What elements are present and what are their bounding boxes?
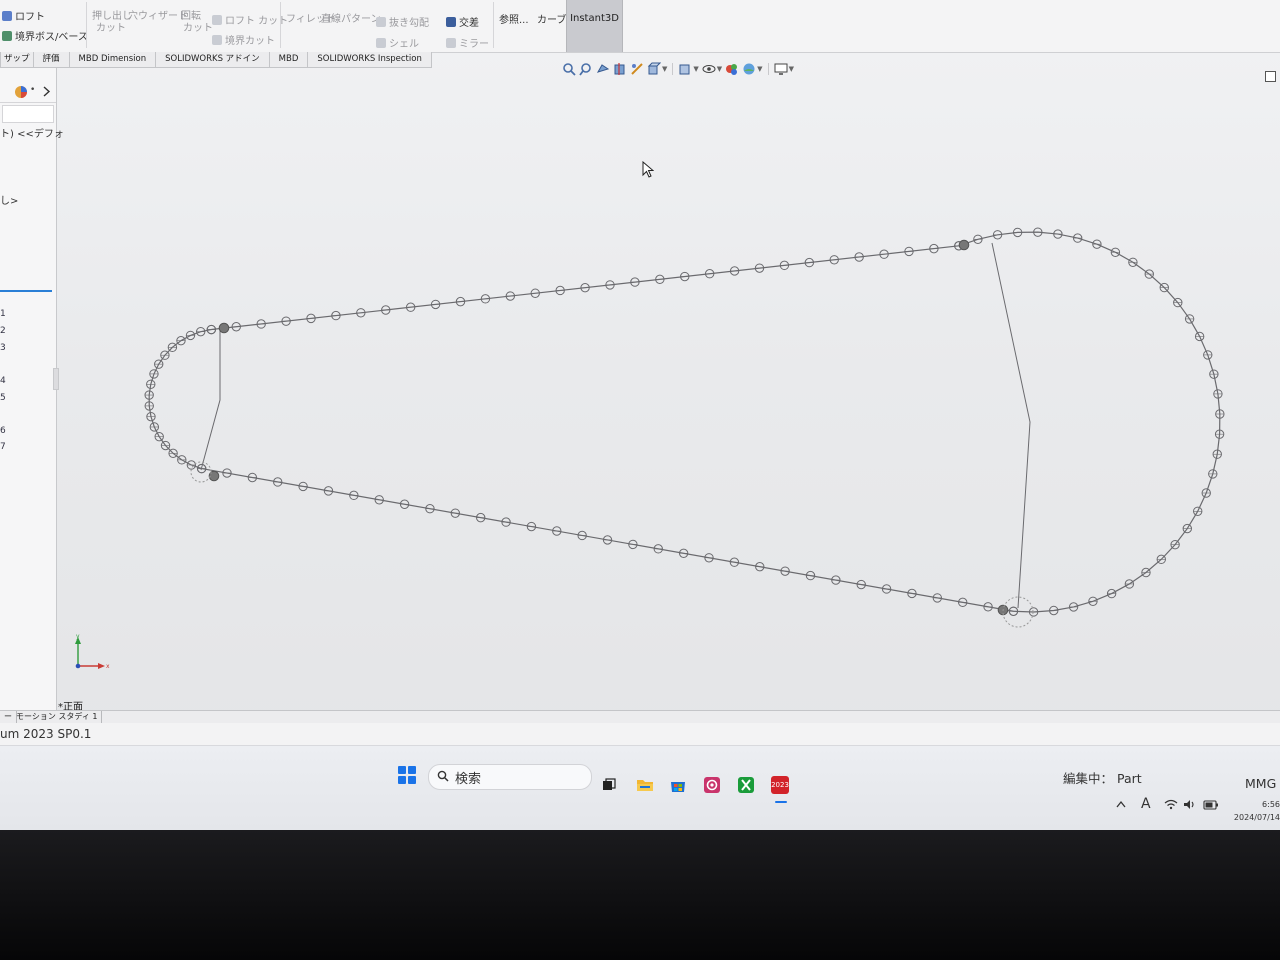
version-text: um 2023 SP0.1 [0, 727, 92, 741]
hole-wizard-button[interactable]: 穴ウィザード [128, 7, 188, 22]
microsoft-store-icon[interactable] [669, 776, 687, 794]
mouse-cursor-icon [642, 161, 654, 178]
system-clock[interactable]: 6:56 2024/07/14 [1230, 798, 1280, 824]
tab-solidworks-addins[interactable]: SOLIDWORKS アドイン [155, 52, 270, 68]
intersect-button[interactable]: 交差 [446, 14, 479, 29]
bottom-tab-strip: ー モーション スタディ 1 [0, 710, 1280, 724]
chevron-down-icon[interactable]: • [30, 85, 35, 95]
triad-x-label: x [106, 663, 110, 670]
sketch-point [958, 239, 970, 251]
chain-sketch[interactable] [57, 68, 1280, 710]
speaker-icon[interactable] [1183, 799, 1197, 810]
sketch-point [218, 322, 230, 334]
taskbar-search-label: 検索 [455, 772, 482, 787]
solidworks-app-icon[interactable]: 2023 [771, 776, 789, 794]
ribbon-divider [493, 2, 494, 48]
triad-z-axis [75, 663, 81, 669]
draft-button[interactable]: 抜き勾配 [376, 14, 429, 29]
loft-button[interactable]: ロフト [2, 8, 45, 23]
boundary-boss-button[interactable]: 境界ボス/ベース [2, 28, 88, 43]
boundary-cut-button[interactable]: 境界カット [212, 32, 275, 47]
reference-triad: x y [75, 633, 110, 670]
instant3d-button[interactable]: Instant3D [566, 0, 623, 52]
tree-row-number: 6 [0, 426, 6, 436]
app-icon[interactable] [703, 776, 721, 794]
feature-manager-panel: • ト) <<デフォ し> 1 2 3 4 5 6 7 [0, 68, 64, 710]
extrude-cut-label: カット [96, 23, 126, 34]
task-view-icon[interactable] [600, 776, 618, 794]
small-sprocket-construction-line [200, 327, 221, 471]
wifi-icon[interactable] [1164, 799, 1178, 810]
curves-button[interactable]: カーブ [537, 11, 566, 26]
editing-status: 編集中： Part [1063, 771, 1142, 786]
ribbon-divider [280, 2, 281, 48]
solidworks-version-badge: 2023 [771, 781, 789, 789]
desktop-screen: ロフト 境界ボス/ベース 押し出し カット 穴ウィザード 回転 カット ロフト … [0, 0, 1280, 830]
chain-path [148, 231, 1221, 613]
triad-x-arrow [98, 663, 105, 669]
active-app-indicator [775, 801, 787, 803]
taskbar-search[interactable]: 検索 [428, 764, 592, 790]
clock-date: 2024/07/14 [1233, 813, 1280, 822]
windows-start-icon[interactable] [398, 766, 416, 784]
tab-evaluate[interactable]: 評価 [32, 52, 70, 68]
graphics-area[interactable] [57, 68, 1280, 710]
tree-row-number: 1 [0, 309, 6, 319]
ime-indicator[interactable]: A [1141, 796, 1151, 812]
command-ribbon: ロフト 境界ボス/ベース 押し出し カット 穴ウィザード 回転 カット ロフト … [0, 0, 1280, 53]
file-explorer-icon[interactable] [636, 776, 654, 794]
command-tabs: ザップ 評価 MBD Dimension SOLIDWORKS アドイン MBD… [0, 52, 432, 68]
taskbar: 検索 2023 編集中： Part MMG A 6:56 2024/07/14 [0, 745, 1280, 830]
monitor-bezel [0, 830, 1280, 960]
shell-button[interactable]: シェル [376, 35, 419, 50]
triad-y-label: y [76, 633, 80, 640]
tab-motion-study[interactable]: モーション スタディ 1 [12, 711, 103, 723]
tree-row-number: 2 [0, 326, 6, 336]
tree-row-number: 4 [0, 376, 6, 386]
clock-time: 6:56 [1262, 800, 1280, 809]
panel-tab-strip: • [0, 82, 56, 103]
chevron-up-icon[interactable] [1116, 800, 1126, 808]
instant3d-label: Instant3D [570, 13, 619, 24]
mirror-button[interactable]: ミラー [446, 35, 489, 50]
tree-rollback-bar[interactable] [0, 290, 52, 292]
tree-item-configuration[interactable]: ト) <<デフォ [0, 125, 64, 140]
loft-cut-button[interactable]: ロフト カット [212, 12, 288, 27]
tree-row-number: 7 [0, 442, 6, 452]
tab-mbd-dimension[interactable]: MBD Dimension [68, 52, 157, 68]
tree-item-material[interactable]: し> [0, 192, 18, 207]
tree-row-number: 5 [0, 393, 6, 403]
ribbon-divider [86, 2, 87, 48]
revolve-cut-label: カット [183, 23, 213, 34]
appearance-tab-icon[interactable] [14, 85, 28, 99]
unit-system[interactable]: MMG [1245, 776, 1276, 791]
big-sprocket-construction-line [991, 242, 1031, 609]
tab-cropped[interactable]: ザップ [0, 52, 34, 68]
tab-solidworks-inspection[interactable]: SOLIDWORKS Inspection [307, 52, 432, 68]
tree-filter-input[interactable] [2, 105, 54, 123]
linear-pattern-button[interactable]: 直線パターン [321, 10, 381, 25]
xbox-icon[interactable] [737, 776, 755, 794]
status-bar: um 2023 SP0.1 [0, 723, 1280, 745]
search-icon [437, 770, 449, 782]
battery-icon[interactable] [1203, 800, 1219, 810]
tab-mbd[interactable]: MBD [268, 52, 309, 68]
chevron-right-icon[interactable] [42, 86, 51, 97]
tree-row-number: 3 [0, 343, 6, 353]
reference-geometry-button[interactable]: 参照... [499, 11, 529, 26]
